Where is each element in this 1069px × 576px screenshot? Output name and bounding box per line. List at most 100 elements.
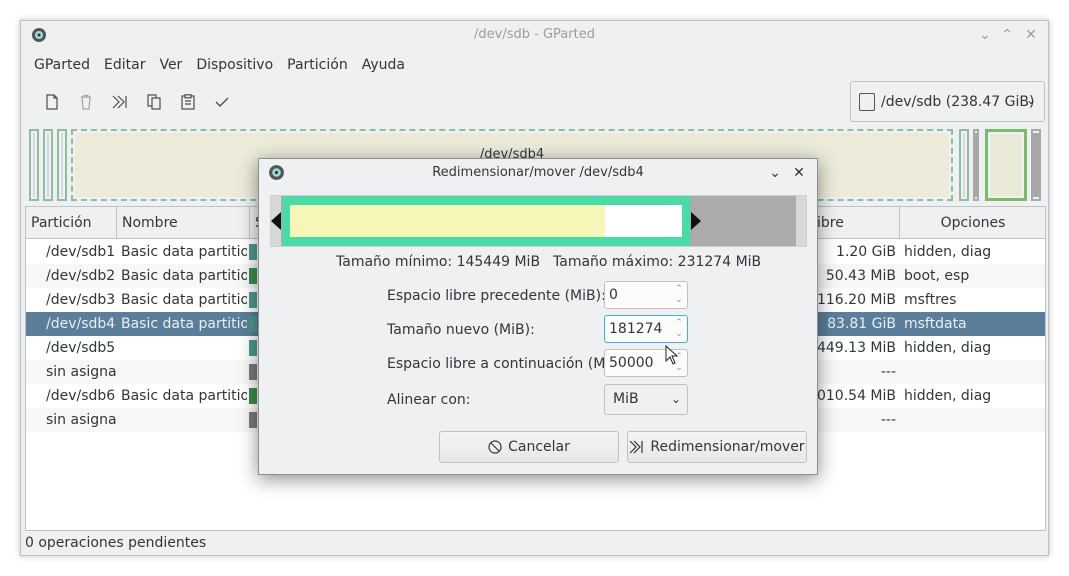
apply-button[interactable] <box>205 89 239 115</box>
spin-up-icon[interactable]: ⌃ <box>674 284 684 295</box>
menu-gparted[interactable]: GParted <box>27 54 97 76</box>
new-size-spinbox[interactable]: ⌃ ⌄ <box>604 315 688 343</box>
cell-name <box>121 336 247 360</box>
dialog-close-icon[interactable]: ✕ <box>789 163 809 183</box>
cell-partition: sin asignar <box>46 412 116 428</box>
filesystem-color-swatch <box>249 316 257 332</box>
cell-name <box>121 360 247 384</box>
max-size-label: Tamaño máximo: 231274 MiB <box>553 254 762 270</box>
filesystem-color-swatch <box>249 340 257 356</box>
apply-icon <box>215 97 229 107</box>
copy-icon <box>147 94 161 110</box>
column-header-libre[interactable]: ibre <box>812 207 900 239</box>
cell-partition: /dev/sdb5 <box>46 340 116 356</box>
cell-partition: /dev/sdb3 <box>46 292 116 308</box>
cancel-icon <box>488 440 502 454</box>
delete-partition-button[interactable] <box>69 89 103 115</box>
cell-options: hidden, diag <box>904 388 992 404</box>
align-selected-value: MiB <box>613 391 639 407</box>
paste-icon <box>181 94 195 110</box>
align-label: Alinear con: <box>387 392 471 408</box>
align-select[interactable]: MiB ⌄ <box>604 384 688 415</box>
resize-move-dialog: Redimensionar/mover /dev/sdb4 ⌄ ✕ Tamaño… <box>258 158 818 475</box>
free-after-label: Espacio libre a continuación (MiB): <box>387 356 629 372</box>
menu-ayuda[interactable]: Ayuda <box>355 54 412 76</box>
menu-bar: GParted Editar Ver Dispositivo Partición… <box>27 54 412 76</box>
title-bar[interactable]: /dev/sdb - GParted ⌄ ⌃ ✕ <box>21 21 1048 49</box>
toolbar <box>35 89 239 115</box>
cell-options: msftdata <box>904 316 967 332</box>
map-segment-sdb3[interactable] <box>57 129 67 201</box>
used-space-area <box>290 205 605 237</box>
new-icon <box>46 94 58 110</box>
right-resize-handle[interactable] <box>691 212 701 230</box>
copy-button[interactable] <box>137 89 171 115</box>
cell-free: --- <box>880 412 896 428</box>
free-before-input[interactable] <box>609 286 671 304</box>
resize-move-icon <box>629 440 644 454</box>
cell-name: Basic data partition <box>121 292 247 308</box>
cell-free: 50.43 MiB <box>825 268 896 284</box>
minimize-icon[interactable]: ⌄ <box>975 25 995 45</box>
spin-down-icon[interactable]: ⌄ <box>674 329 684 340</box>
menu-editar[interactable]: Editar <box>97 54 152 76</box>
cancel-button[interactable]: Cancelar <box>439 431 619 463</box>
free-before-spinbox[interactable]: ⌃ ⌄ <box>604 281 688 309</box>
close-icon[interactable]: ✕ <box>1021 25 1041 45</box>
column-header-nombre[interactable]: Nombre <box>117 207 250 239</box>
chevron-down-icon: ⌄ <box>670 392 681 406</box>
mouse-cursor-icon <box>665 345 679 365</box>
cell-options <box>904 360 1044 384</box>
dialog-minimize-icon[interactable]: ⌄ <box>765 163 785 183</box>
column-header-opciones[interactable]: Opciones <box>900 207 1046 239</box>
window-title: /dev/sdb - GParted <box>474 27 595 42</box>
map-segment-unallocated-1[interactable] <box>973 129 979 201</box>
cell-free: 1010.54 MiB <box>808 388 896 404</box>
min-size-label: Tamaño mínimo: 145449 MiB <box>336 254 541 270</box>
cell-options: hidden, diag <box>904 340 992 356</box>
cell-free: --- <box>880 364 896 380</box>
new-partition-button[interactable] <box>35 89 69 115</box>
partition-block[interactable] <box>282 196 690 246</box>
menu-dispositivo[interactable]: Dispositivo <box>189 54 280 76</box>
cell-options: boot, esp <box>904 268 970 284</box>
free-after-input[interactable] <box>609 354 671 372</box>
chevron-down-icon: ⌄ <box>1025 93 1036 107</box>
filesystem-color-swatch <box>249 244 257 260</box>
dialog-title: Redimensionar/mover /dev/sdb4 <box>432 165 644 180</box>
map-segment-sdb6[interactable] <box>985 129 1027 201</box>
cell-partition: /dev/sdb1 <box>46 244 116 260</box>
paste-button[interactable] <box>171 89 205 115</box>
column-header-particion[interactable]: Partición <box>26 207 117 239</box>
spin-down-icon[interactable]: ⌄ <box>674 295 684 306</box>
map-segment-sdb2[interactable] <box>43 129 53 201</box>
free-before-label: Espacio libre precedente (MiB): <box>387 288 606 304</box>
cancel-label: Cancelar <box>508 439 570 455</box>
left-resize-handle[interactable] <box>271 212 281 230</box>
device-label: /dev/sdb (238.47 GiB) <box>881 93 1035 110</box>
cell-options: msftres <box>904 292 957 308</box>
map-segment-sdb1[interactable] <box>29 129 39 201</box>
cell-partition: /dev/sdb4 <box>46 316 116 332</box>
menu-ver[interactable]: Ver <box>152 54 189 76</box>
cell-options: hidden, diag <box>904 244 992 260</box>
cell-options <box>904 408 1044 432</box>
maximize-icon[interactable]: ⌃ <box>997 25 1017 45</box>
cell-free: 83.81 GiB <box>827 316 896 332</box>
cell-free: 449.13 MiB <box>816 340 896 356</box>
status-bar: 0 operaciones pendientes <box>25 535 207 551</box>
cell-name: Basic data partition <box>121 316 247 332</box>
cell-name: Basic data partition <box>121 388 247 404</box>
resize-move-confirm-button[interactable]: Redimensionar/mover <box>627 431 807 463</box>
spin-up-icon[interactable]: ⌃ <box>674 318 684 329</box>
resize-move-button[interactable] <box>103 89 137 115</box>
device-selector[interactable]: /dev/sdb (238.47 GiB) ⌄ <box>850 81 1045 122</box>
map-segment-unallocated-2[interactable] <box>1031 129 1041 201</box>
cell-name: Basic data partition <box>121 268 247 284</box>
new-size-input[interactable] <box>609 320 671 338</box>
menu-particion[interactable]: Partición <box>280 54 355 76</box>
end-marker <box>796 196 806 246</box>
partition-resizer[interactable] <box>270 195 807 247</box>
cell-partition: /dev/sdb6 <box>46 388 116 404</box>
map-segment-sdb5[interactable] <box>959 129 969 201</box>
